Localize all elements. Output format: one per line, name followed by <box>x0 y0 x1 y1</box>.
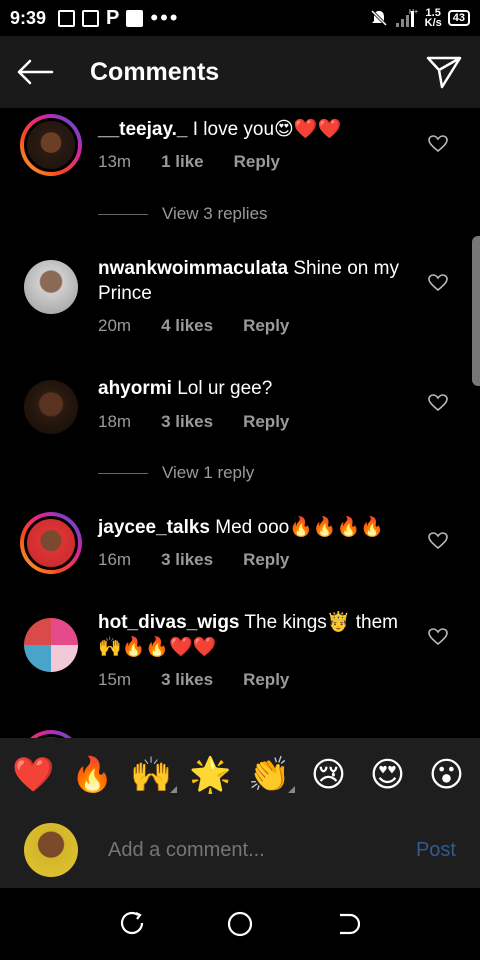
status-bar: 9:39 P ••• H+ 1.5 K/s 43 <box>0 0 480 36</box>
comment-username[interactable]: jaycee_talks <box>98 517 210 538</box>
emoji-quick-bar: ❤️ 🔥 🙌 🌟 👏 😢 😍 😮 <box>0 738 480 812</box>
svg-text:H+: H+ <box>409 9 418 16</box>
avatar[interactable] <box>20 256 82 318</box>
post-button[interactable]: Post <box>416 839 456 862</box>
reply-button[interactable]: Reply <box>243 412 289 432</box>
comment-username[interactable]: nwankwoimmaculata <box>98 258 288 279</box>
comment-text: nwankwoimmaculata Shine on my Prince <box>98 256 408 306</box>
comment-item: hot_divas_wigs The kings🤴 them🙌🔥🔥❤️❤️ 15… <box>0 610 480 720</box>
heart-eyes-emoji-button[interactable]: 😍 <box>363 755 413 795</box>
like-heart-icon[interactable] <box>428 274 448 292</box>
surprised-emoji-button[interactable]: 😮 <box>422 755 472 795</box>
avatar[interactable] <box>20 614 82 676</box>
comment-composer: Post <box>0 812 480 888</box>
skin-tone-indicator-icon <box>169 786 177 793</box>
reply-button[interactable]: Reply <box>243 316 289 336</box>
comment-input[interactable] <box>108 838 388 862</box>
comment-likes[interactable]: 1 like <box>161 152 204 172</box>
comment-username[interactable]: hot_divas_wigs <box>98 612 240 633</box>
comment-text: __teejay._ I love you😍❤️❤️ <box>98 117 408 142</box>
back-nav-button[interactable] <box>332 909 362 939</box>
home-button[interactable] <box>225 909 255 939</box>
comment-item: nwankwoimmaculata Shine on my Prince 20m… <box>0 256 480 366</box>
reply-button[interactable]: Reply <box>243 670 289 690</box>
system-nav-bar <box>0 888 480 960</box>
comment-time: 18m <box>98 412 132 431</box>
square-icon <box>126 9 144 27</box>
comment-username[interactable]: ahyormi <box>98 378 172 399</box>
crying-emoji-button[interactable]: 😢 <box>304 755 354 795</box>
comment-meta: 16m 3 likes Reply <box>98 550 319 570</box>
raised-hands-emoji-button[interactable]: 🙌 <box>127 755 177 795</box>
comment-body: Med ooo🔥🔥🔥🔥 <box>210 517 384 538</box>
recents-icon <box>121 911 144 935</box>
back-button[interactable] <box>16 57 56 87</box>
glowing-star-emoji-button[interactable]: 🌟 <box>186 755 236 795</box>
comment-item: ahyormi Lol ur gee? 18m 3 likes Reply Vi… <box>0 376 480 506</box>
battery-indicator: 43 <box>447 10 470 26</box>
heart-emoji-button[interactable]: ❤️ <box>9 755 59 795</box>
comment-meta: 18m 3 likes Reply <box>98 412 319 432</box>
clapping-emoji-button[interactable]: 👏 <box>245 755 295 795</box>
comments-list[interactable]: __teejay._ I love you😍❤️❤️ 13m 1 like Re… <box>0 108 480 738</box>
comment-likes[interactable]: 3 likes <box>161 412 213 432</box>
page-title: Comments <box>90 57 220 86</box>
comment-body: Lol ur gee? <box>171 378 273 399</box>
comment-time: 20m <box>98 316 132 335</box>
comment-time: 16m <box>98 550 132 569</box>
status-notification-icons: P ••• <box>58 5 179 31</box>
divider <box>98 213 148 215</box>
comment-item: jaycee_talks Med ooo🔥🔥🔥🔥 16m 3 likes Rep… <box>0 512 480 602</box>
comment-item-partial <box>0 730 480 738</box>
comment-likes[interactable]: 4 likes <box>161 316 213 336</box>
gallery-icon <box>58 9 76 27</box>
network-speed: 1.5 K/s <box>424 7 442 29</box>
comment-time: 13m <box>98 152 132 171</box>
fire-emoji-button[interactable]: 🔥 <box>68 755 118 795</box>
reply-button[interactable]: Reply <box>234 152 280 172</box>
comment-likes[interactable]: 3 likes <box>161 550 213 570</box>
comment-username[interactable]: __teejay._ <box>98 119 187 140</box>
comment-time: 15m <box>98 670 132 689</box>
like-heart-icon[interactable] <box>428 135 448 153</box>
download-icon <box>82 9 100 27</box>
back-nav-icon <box>339 913 360 935</box>
send-icon <box>426 56 462 89</box>
avatar[interactable] <box>20 376 82 438</box>
comment-body: I love you😍❤️❤️ <box>187 119 342 140</box>
comments-header: Comments <box>0 36 480 108</box>
comment-text: jaycee_talks Med ooo🔥🔥🔥🔥 <box>98 515 408 540</box>
recents-button[interactable] <box>118 909 148 939</box>
comment-meta: 20m 4 likes Reply <box>98 316 319 336</box>
view-replies-button[interactable]: View 1 reply <box>98 463 254 483</box>
divider <box>98 472 148 474</box>
comment-likes[interactable]: 3 likes <box>161 670 213 690</box>
my-avatar <box>24 823 78 877</box>
avatar[interactable] <box>20 512 82 574</box>
share-button[interactable] <box>424 52 464 92</box>
comment-meta: 15m 3 likes Reply <box>98 670 319 690</box>
view-replies-button[interactable]: View 3 replies <box>98 204 268 224</box>
more-notifications-icon: ••• <box>150 5 180 30</box>
like-heart-icon[interactable] <box>428 532 448 550</box>
status-right: H+ 1.5 K/s 43 <box>369 7 470 29</box>
avatar[interactable] <box>20 730 82 738</box>
like-heart-icon[interactable] <box>428 628 448 646</box>
skin-tone-indicator-icon <box>287 786 295 793</box>
signal-icon: H+ <box>395 9 418 27</box>
comment-item: __teejay._ I love you😍❤️❤️ 13m 1 like Re… <box>0 108 480 258</box>
comment-meta: 13m 1 like Reply <box>98 152 310 172</box>
like-heart-icon[interactable] <box>428 394 448 412</box>
mute-icon <box>370 9 387 27</box>
avatar[interactable] <box>20 114 82 176</box>
home-icon <box>227 911 253 937</box>
back-arrow-icon <box>17 59 54 85</box>
reply-button[interactable]: Reply <box>243 550 289 570</box>
comment-text: ahyormi Lol ur gee? <box>98 376 408 401</box>
p-app-icon: P <box>106 6 120 29</box>
comment-text: hot_divas_wigs The kings🤴 them🙌🔥🔥❤️❤️ <box>98 610 408 660</box>
status-time: 9:39 <box>10 7 47 28</box>
